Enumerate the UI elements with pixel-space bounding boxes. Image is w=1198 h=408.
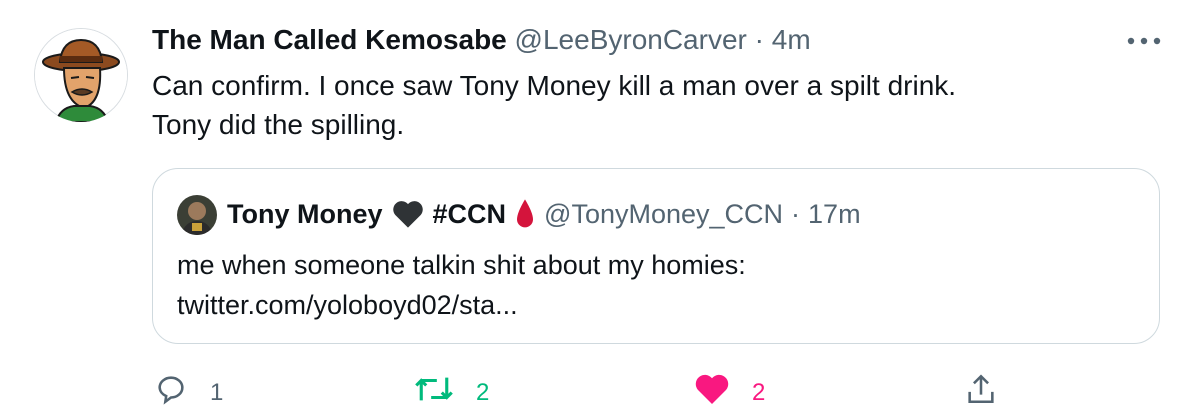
reply-button[interactable]: 1 [154, 372, 223, 408]
retweet-button[interactable]: 2 [414, 372, 489, 408]
quoted-author-avatar[interactable] [177, 195, 217, 235]
quoted-tweet-text: me when someone talkin shit about my hom… [177, 245, 746, 325]
like-button[interactable]: 2 [694, 372, 765, 408]
quoted-hashtag[interactable]: #CCN [433, 195, 507, 233]
action-bar: 1 2 2 [0, 366, 1198, 406]
quoted-text-link[interactable]: twitter.com/yoloboyd02/sta... [177, 285, 746, 325]
quoted-text-line: me when someone talkin shit about my hom… [177, 250, 746, 280]
tweet[interactable]: The Man Called Kemosabe @LeeByronCarver … [0, 0, 1198, 406]
quoted-tweet-time[interactable]: 17m [808, 195, 861, 233]
quoted-tweet-header: Tony Money #CCN @TonyMoney_CCN · 17m [227, 195, 861, 233]
reply-icon [158, 376, 184, 405]
retweet-count: 2 [476, 379, 490, 406]
tweet-text-line: Tony did the spilling. [152, 109, 405, 140]
quoted-tweet[interactable]: Tony Money #CCN @TonyMoney_CCN · 17m me … [152, 168, 1160, 344]
share-icon [968, 374, 994, 404]
tweet-time[interactable]: 4m [772, 24, 811, 55]
quoted-author-handle[interactable]: @TonyMoney_CCN [544, 195, 783, 233]
more-button[interactable] [1124, 26, 1164, 56]
author-handle[interactable]: @LeeByronCarver [515, 24, 747, 55]
separator: · [754, 24, 764, 55]
share-button[interactable] [964, 372, 998, 406]
reply-count: 1 [210, 379, 224, 406]
tweet-text: Can confirm. I once saw Tony Money kill … [152, 66, 956, 144]
separator: · [791, 199, 801, 229]
black-heart-icon [392, 201, 423, 228]
author-avatar[interactable] [34, 28, 128, 122]
more-icon [1127, 37, 1161, 45]
quoted-author-name[interactable]: Tony Money [227, 195, 383, 233]
tweet-header: The Man Called Kemosabe @LeeByronCarver … [152, 22, 811, 58]
like-icon [695, 374, 729, 404]
author-name[interactable]: The Man Called Kemosabe [152, 24, 507, 55]
tweet-text-line: Can confirm. I once saw Tony Money kill … [152, 70, 957, 101]
like-count: 2 [752, 379, 766, 406]
retweet-icon [415, 377, 453, 401]
drop-of-blood-icon [517, 199, 534, 228]
